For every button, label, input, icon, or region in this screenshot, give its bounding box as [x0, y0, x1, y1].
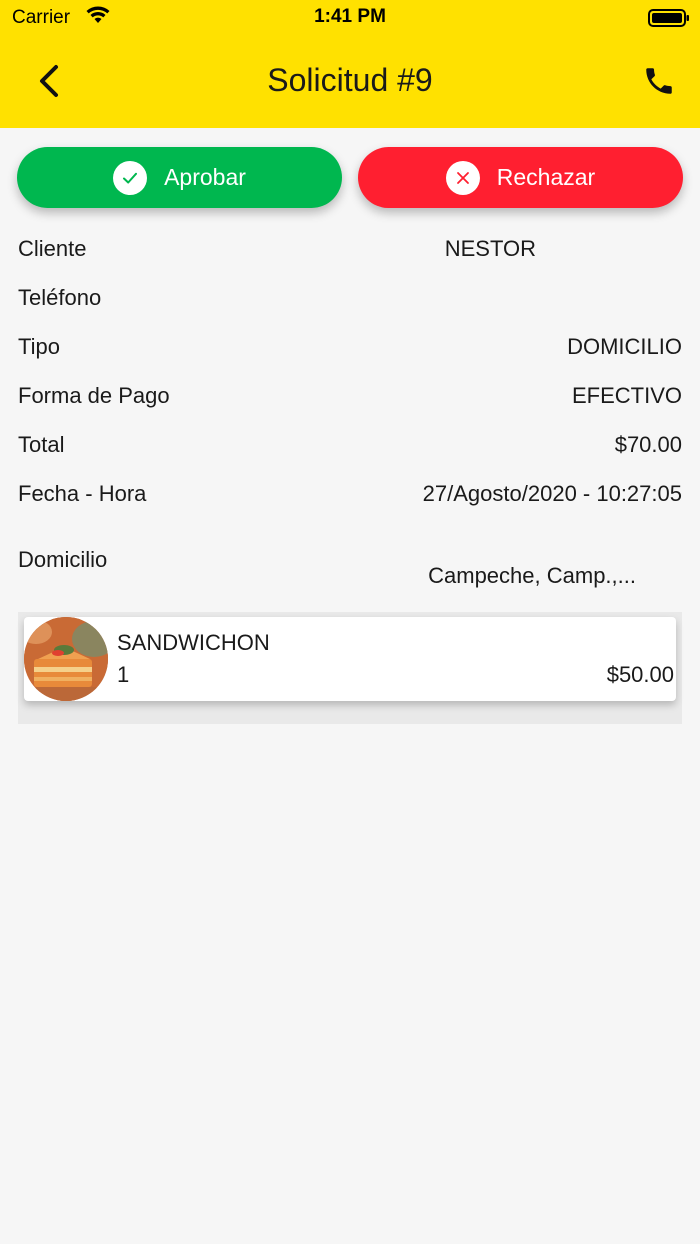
chevron-left-icon — [40, 65, 58, 97]
call-button[interactable] — [636, 58, 682, 104]
detail-row-tipo: Tipo DOMICILIO — [18, 334, 682, 366]
tipo-value: DOMICILIO — [567, 334, 682, 359]
approve-label: Aprobar — [164, 164, 246, 190]
forma-pago-label: Forma de Pago — [18, 383, 170, 408]
battery-icon — [648, 9, 689, 27]
detail-row-telefono: Teléfono — [18, 285, 682, 317]
reject-button[interactable]: Rechazar — [358, 147, 683, 208]
total-value: $70.00 — [614, 432, 682, 457]
forma-pago-value: EFECTIVO — [571, 383, 682, 408]
fecha-hora-value: 27/Agosto/2020 - 10:27:05 — [422, 481, 682, 506]
back-button[interactable] — [26, 58, 72, 104]
telefono-label: Teléfono — [18, 285, 102, 310]
page-title: Solicitud #9 — [267, 62, 433, 98]
order-items-list: SANDWICHON 1 $50.00 — [18, 612, 682, 724]
detail-row-domicilio: Domicilio Campeche, Camp.,... — [18, 547, 682, 595]
detail-row-total: Total $70.00 — [18, 432, 682, 464]
item-name: SANDWICHON — [117, 630, 270, 655]
clock: 1:41 PM — [314, 6, 386, 27]
detail-row-cliente: Cliente NESTOR — [18, 236, 682, 268]
product-image — [24, 617, 108, 701]
item-quantity: 1 — [117, 662, 130, 687]
item-price: $50.00 — [606, 662, 674, 687]
cliente-value: NESTOR — [444, 236, 536, 261]
tipo-label: Tipo — [18, 334, 60, 359]
detail-row-forma-pago: Forma de Pago EFECTIVO — [18, 383, 682, 415]
reject-label: Rechazar — [496, 164, 596, 190]
cliente-label: Cliente — [18, 236, 87, 261]
approve-button[interactable]: Aprobar — [17, 147, 342, 208]
domicilio-label: Domicilio — [18, 547, 108, 572]
detail-row-fecha-hora: Fecha - Hora 27/Agosto/2020 - 10:27:05 — [18, 481, 682, 513]
fecha-hora-label: Fecha - Hora — [18, 481, 147, 506]
check-circle-icon — [113, 160, 148, 195]
status-bar: Carrier 1:41 PM — [0, 0, 700, 36]
close-circle-icon — [445, 160, 480, 195]
phone-icon — [646, 68, 672, 94]
list-item[interactable]: SANDWICHON 1 $50.00 — [24, 617, 676, 701]
total-label: Total — [18, 432, 65, 457]
navigation-header: Carrier 1:41 PM Solicitud #9 — [0, 0, 700, 128]
domicilio-value: Campeche, Camp.,... — [428, 563, 636, 588]
